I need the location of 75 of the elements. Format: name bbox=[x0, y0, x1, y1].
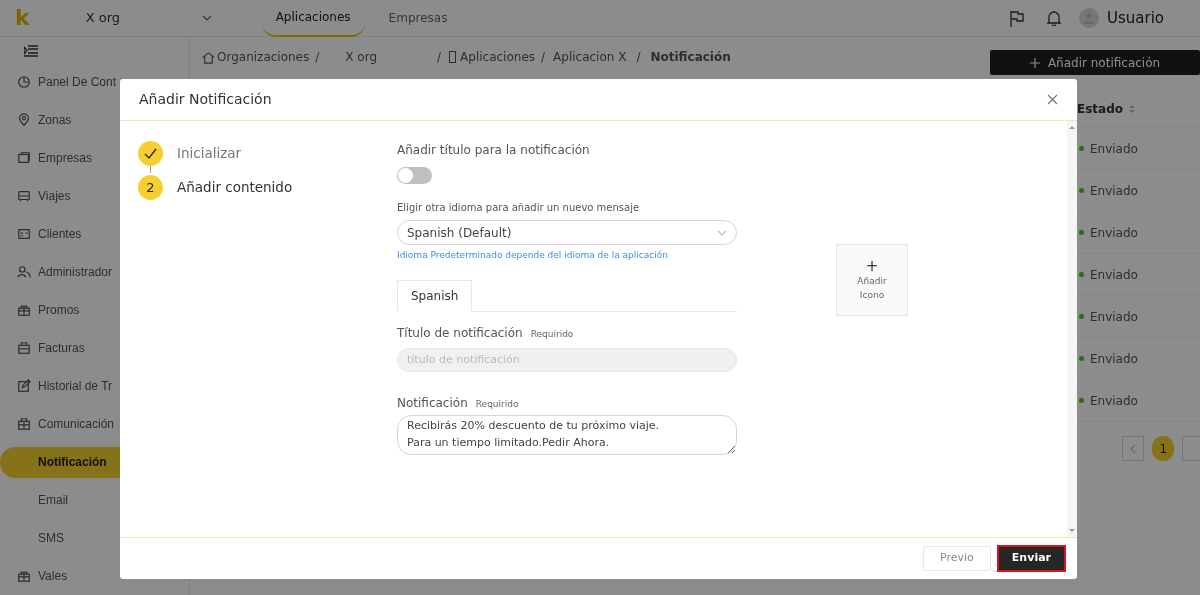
add-notification-button[interactable]: Añadir notificación bbox=[990, 50, 1200, 75]
menu-item-icon bbox=[17, 417, 31, 431]
chevron-down-icon bbox=[201, 15, 212, 21]
status-text: Enviado bbox=[1090, 140, 1138, 158]
plus-icon bbox=[1029, 57, 1040, 68]
language-tab[interactable]: Spanish bbox=[397, 279, 473, 312]
status-text: Enviado bbox=[1090, 266, 1138, 284]
breadcrumb-link[interactable]: X org bbox=[345, 48, 377, 66]
breadcrumb-current: Notificación bbox=[650, 49, 731, 66]
logo: k bbox=[15, 7, 30, 29]
previous-page-button[interactable] bbox=[1122, 436, 1145, 461]
add-icon-button[interactable]: + Añadir Icono bbox=[836, 244, 908, 316]
bell-icon[interactable] bbox=[1047, 10, 1061, 26]
sidebar-item[interactable]: Historial de Tr bbox=[0, 370, 189, 402]
breadcrumb-separator: / bbox=[437, 49, 442, 66]
user-name[interactable]: Usuario bbox=[1107, 6, 1164, 30]
status-text: Enviado bbox=[1090, 392, 1138, 410]
breadcrumb-separator: / bbox=[636, 49, 641, 66]
field-label: Añadir título para la notificación bbox=[397, 142, 591, 159]
previous-button[interactable]: Previo bbox=[923, 546, 991, 571]
sidebar-item[interactable]: Clientes bbox=[0, 218, 189, 250]
home-icon bbox=[202, 50, 215, 64]
scroll-down-icon[interactable] bbox=[1069, 529, 1075, 533]
menu-item-icon bbox=[17, 569, 31, 583]
status-text: Enviado bbox=[1090, 224, 1138, 242]
breadcrumb-separator: / bbox=[541, 49, 546, 66]
breadcrumb-link[interactable]: Aplicacion X bbox=[553, 48, 627, 66]
next-page-button[interactable] bbox=[1182, 436, 1200, 461]
step-label: Inicializar bbox=[177, 144, 242, 164]
status-text: Enviado bbox=[1090, 182, 1138, 200]
nav-tab[interactable]: Empresas bbox=[374, 0, 462, 37]
step-number: 2 bbox=[138, 175, 163, 200]
sidebar-item[interactable]: Administrador bbox=[0, 256, 189, 288]
hint-text: Idioma Predeterminado depende del idioma de la aplicación bbox=[397, 249, 669, 262]
chevron-down-icon bbox=[717, 229, 727, 236]
scroll-up-icon[interactable] bbox=[1069, 125, 1075, 129]
required-label: Requirido bbox=[530, 327, 574, 341]
phone-icon bbox=[449, 51, 457, 63]
field-label: Notificación bbox=[397, 394, 468, 412]
org-select[interactable]: X org bbox=[73, 4, 224, 32]
sort-icon[interactable] bbox=[1129, 103, 1135, 114]
nav-tab[interactable]: Aplicaciones bbox=[261, 0, 365, 37]
menu-item-icon bbox=[17, 151, 31, 165]
chevron-left-icon bbox=[1130, 443, 1137, 454]
submit-button[interactable]: Enviar bbox=[996, 545, 1066, 572]
menu-item-icon bbox=[17, 75, 31, 89]
menu-item-icon bbox=[17, 303, 31, 317]
step-label: Añadir contenido bbox=[177, 178, 293, 198]
menu-icon[interactable] bbox=[24, 45, 38, 57]
avatar-icon[interactable] bbox=[1079, 8, 1099, 28]
sidebar-item[interactable]: Vales bbox=[0, 560, 189, 592]
close-icon[interactable] bbox=[1047, 94, 1058, 105]
menu-item-icon bbox=[17, 379, 31, 393]
sidebar-item[interactable]: Promos bbox=[0, 294, 189, 326]
sidebar-item[interactable]: Facturas bbox=[0, 332, 189, 364]
required-label: Requirido bbox=[475, 397, 519, 411]
status-text: Enviado bbox=[1090, 350, 1138, 368]
page-button[interactable]: 1 bbox=[1152, 436, 1175, 461]
menu-item-icon bbox=[17, 113, 31, 127]
column-header: Estado bbox=[1077, 100, 1123, 118]
menu-item-icon bbox=[17, 341, 31, 355]
status-text: Enviado bbox=[1090, 308, 1138, 326]
breadcrumb-link[interactable]: Organizaciones bbox=[217, 48, 310, 66]
menu-item-icon bbox=[17, 227, 31, 241]
menu-item-icon bbox=[17, 189, 31, 203]
message-textarea[interactable]: Recibirás 20% descuento de tu próximo viaje. Para un tiempo limitado.Pedir Ahora. bbox=[397, 414, 737, 455]
field-label: Título de notificación bbox=[397, 324, 523, 342]
sidebar-item[interactable]: Comunicación bbox=[0, 408, 189, 440]
scrollbar[interactable] bbox=[1067, 121, 1077, 537]
breadcrumb-separator: / bbox=[315, 49, 320, 66]
menu-item-icon bbox=[17, 265, 31, 279]
field-label: Eligir otra idioma para añadir un nuevo mensaje bbox=[397, 201, 641, 215]
title-toggle[interactable] bbox=[397, 167, 432, 184]
breadcrumb-link[interactable]: Aplicaciones bbox=[460, 48, 536, 66]
flag-icon[interactable] bbox=[1009, 9, 1025, 27]
